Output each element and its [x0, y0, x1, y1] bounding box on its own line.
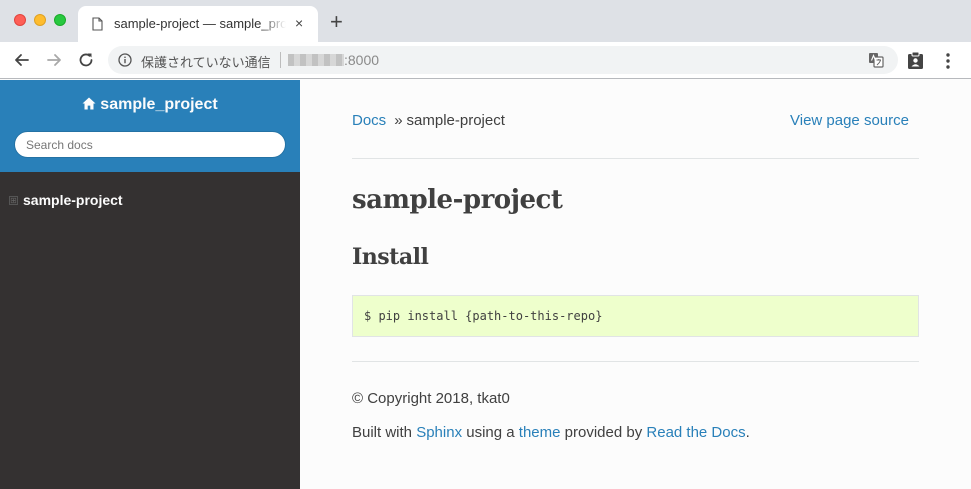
docs-content: Docs» sample-project View page source sam…	[300, 80, 971, 489]
window-maximize-button[interactable]	[54, 14, 66, 26]
info-icon[interactable]	[118, 53, 132, 67]
copyright-text: © Copyright 2018, tkat0	[352, 390, 510, 407]
built-with-provided: provided by	[560, 424, 647, 441]
breadcrumb-separator: »	[394, 112, 403, 129]
built-with-text: Built with Sphinx using a theme provided…	[352, 424, 750, 441]
sidebar-item-sample-project[interactable]: ⊞ sample-project	[0, 190, 300, 212]
page-title: sample-project	[352, 185, 563, 215]
address-bar[interactable]: 保護されていない通信 :8000	[108, 46, 898, 74]
browser-toolbar: 保護されていない通信 :8000	[0, 42, 971, 79]
read-the-docs-link[interactable]: Read the Docs	[646, 424, 745, 441]
forward-arrow-icon[interactable]	[44, 50, 64, 70]
section-heading: Install	[352, 244, 429, 270]
window-minimize-button[interactable]	[34, 14, 46, 26]
new-tab-button[interactable]: +	[330, 11, 343, 33]
built-with-prefix: Built with	[352, 424, 417, 441]
docs-sidebar: sample_project ⊞ sample-project	[0, 80, 300, 489]
built-with-using: using a	[462, 424, 519, 441]
breadcrumb-current: sample-project	[406, 112, 505, 129]
sidebar-header: sample_project	[0, 80, 300, 172]
url-text[interactable]: :8000	[344, 52, 379, 68]
project-home-link[interactable]: sample_project	[0, 95, 300, 115]
page-icon	[92, 17, 103, 31]
tab-title: sample-project — sample_project document…	[114, 16, 286, 31]
translate-icon[interactable]	[868, 52, 884, 68]
security-status-text[interactable]: 保護されていない通信	[141, 52, 271, 71]
home-icon	[82, 97, 96, 110]
project-name: sample_project	[100, 96, 218, 113]
code-block: $ pip install {path-to-this-repo}	[352, 295, 919, 337]
reload-icon[interactable]	[76, 50, 96, 70]
search-docs-input[interactable]	[14, 131, 286, 158]
breadcrumb-docs-link[interactable]: Docs	[352, 112, 386, 129]
breadcrumb: Docs » sample-project	[352, 112, 505, 129]
code-text[interactable]: $ pip install {path-to-this-repo}	[364, 309, 602, 323]
back-arrow-icon[interactable]	[12, 50, 32, 70]
clipboard-profile-icon[interactable]	[907, 51, 924, 70]
window-close-button[interactable]	[14, 14, 26, 26]
kebab-menu-icon[interactable]	[944, 52, 952, 70]
expand-icon[interactable]: ⊞	[9, 196, 18, 205]
view-page-source-link[interactable]: View page source	[790, 112, 909, 129]
built-with-period: .	[745, 424, 750, 441]
browser-tab-bar: sample-project — sample_project document…	[0, 0, 971, 42]
browser-tab-active[interactable]: sample-project — sample_project document…	[78, 6, 318, 42]
sidebar-item-label[interactable]: sample-project	[23, 192, 123, 208]
footer-divider	[352, 361, 919, 362]
theme-link[interactable]: theme	[519, 424, 561, 441]
header-divider	[352, 158, 919, 159]
url-host-redacted	[288, 54, 344, 66]
sphinx-link[interactable]: Sphinx	[416, 424, 462, 441]
tab-close-icon[interactable]: ×	[295, 15, 303, 31]
address-divider	[280, 52, 281, 68]
